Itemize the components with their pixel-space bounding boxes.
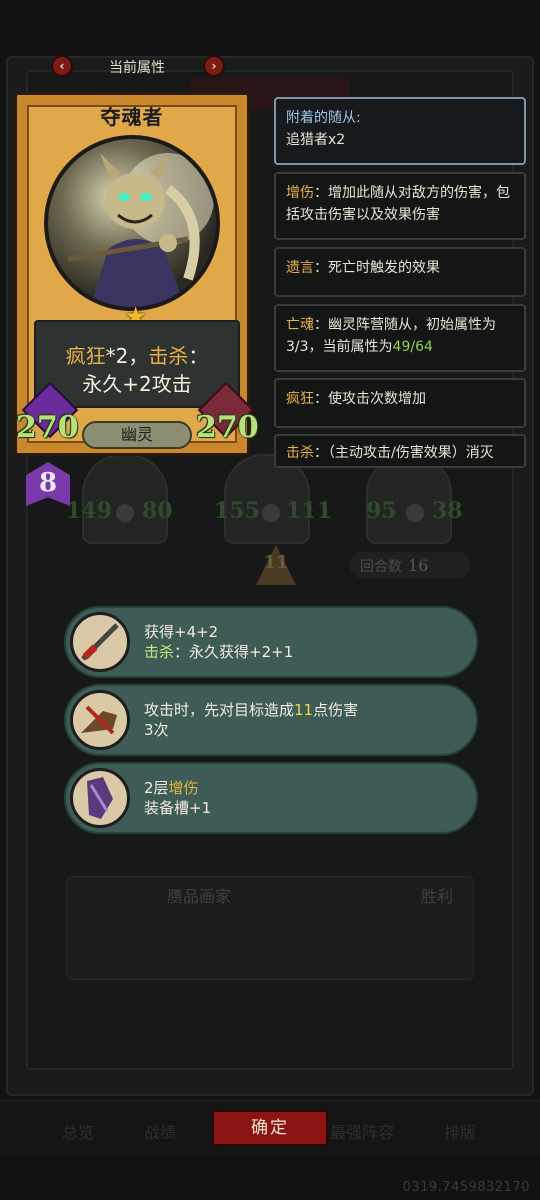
equipment-line2: 3次: [144, 721, 169, 739]
background-unit-health: 80: [142, 498, 173, 524]
background-unit-health: 111: [286, 498, 332, 524]
tooltip-text: ：死亡时触发的效果: [314, 260, 440, 276]
opponent-name: 赝品画家: [167, 887, 232, 906]
equipment-line1-tail: 点伤害: [313, 701, 359, 719]
tooltip-keyword: 击杀: [286, 445, 314, 461]
equipment-line2: 装备槽+1: [144, 799, 212, 817]
tooltip-keyword: 附着的随从:: [286, 110, 361, 126]
rounds-label: 回合数: [360, 559, 402, 575]
equipment-line1: 2层: [144, 779, 169, 797]
rounds-value: 16: [408, 556, 429, 575]
tooltip-highlight: 49/64: [392, 339, 433, 355]
tooltip-keyword: 亡魂: [286, 317, 314, 333]
tab-best-lineup[interactable]: 最强阵容: [330, 1119, 394, 1143]
chevron-right-icon[interactable]: ›: [203, 55, 225, 77]
equipment-line1: 获得+4+2: [144, 623, 219, 641]
desc-multiplier: *2，: [105, 344, 149, 368]
opponent-card: 赝品画家 胜利: [66, 876, 474, 980]
reaper-illustration: [67, 153, 214, 307]
tooltip-attached-minions: 附着的随从: 追猎者x2: [274, 97, 526, 165]
tooltip-text: ：增加此随从对敌方的伤害，包括攻击伤害以及效果伤害: [286, 185, 510, 223]
card-health: 270: [196, 410, 259, 445]
user-id: 0319.7459832170: [402, 1180, 530, 1195]
background-unit-attack: 149: [66, 498, 112, 524]
skull-icon: [262, 504, 280, 522]
tooltip-deathrattle: 遗言：死亡时触发的效果: [274, 247, 526, 297]
equipment-item[interactable]: 2层增伤 装备槽+1: [64, 762, 478, 834]
tab-record[interactable]: 战绩: [144, 1119, 176, 1143]
tooltip-text: ：使攻击次数增加: [314, 391, 426, 407]
tooltip-wraith: 亡魂：幽灵阵营随从，初始属性为3/3，当前属性为49/64: [274, 304, 526, 372]
skull-icon: [406, 504, 424, 522]
background-unit-health: 38: [432, 498, 463, 524]
desc-effect: 永久+2攻击: [82, 372, 192, 396]
background-unit-attack: 155: [214, 498, 260, 524]
tooltip-text: ：幽灵阵营随从，初始属性为3/3，当前属性为: [286, 317, 496, 355]
desc-colon: ：: [188, 344, 209, 368]
equipment-line2: ：永久获得+2+1: [174, 643, 294, 661]
dagger-icon: [70, 612, 130, 672]
tooltip-text: ：（主动攻击/伤害效果）消灭: [314, 445, 494, 461]
character-portrait: [44, 135, 220, 311]
rounds-counter: 回合数 16: [350, 552, 470, 578]
equipment-item[interactable]: 获得+4+2 击杀：永久获得+2+1: [64, 606, 478, 678]
upgrade-arrow-value: 11: [263, 552, 289, 573]
tribe-badge: 幽灵: [82, 421, 192, 449]
tooltip-keyword: 增伤: [286, 185, 314, 201]
equipment-item[interactable]: 攻击时，先对目标造成11点伤害 3次: [64, 684, 478, 756]
tooltip-keyword: 遗言: [286, 260, 314, 276]
keyword-kill: 击杀: [144, 643, 175, 661]
tab-overview[interactable]: 总览: [62, 1119, 94, 1143]
keyword-damage-boost: 增伤: [168, 779, 199, 797]
card-attack: 270: [16, 410, 79, 445]
equipment-damage: 11: [294, 701, 314, 719]
tooltip-kill: 击杀：（主动攻击/伤害效果）消灭: [274, 434, 526, 468]
tooltip-damage-boost: 增伤：增加此随从对敌方的伤害，包括攻击伤害以及效果伤害: [274, 172, 526, 240]
keyword-kill: 击杀: [148, 344, 189, 368]
nav-title: 当前属性: [109, 60, 165, 76]
crossbow-icon: [70, 690, 130, 750]
confirm-button[interactable]: 确定: [212, 1110, 328, 1146]
skull-icon: [116, 504, 134, 522]
battle-result: 胜利: [420, 887, 453, 906]
card-level: 8: [38, 468, 58, 498]
tooltip-frenzy: 疯狂：使攻击次数增加: [274, 378, 526, 428]
chevron-left-icon[interactable]: ‹: [51, 55, 73, 77]
card-description: 疯狂*2，击杀： 永久+2攻击: [34, 320, 240, 408]
card-name: 夺魂者: [100, 105, 164, 129]
gauntlet-icon: [70, 768, 130, 828]
tooltip-keyword: 疯狂: [286, 391, 314, 407]
tooltip-text: 追猎者x2: [286, 132, 346, 148]
background-unit-attack: 95: [366, 498, 397, 524]
equipment-line1: 攻击时，先对目标造成: [144, 701, 295, 719]
tab-layout[interactable]: 排版: [444, 1119, 476, 1143]
keyword-frenzy: 疯狂: [65, 344, 106, 368]
